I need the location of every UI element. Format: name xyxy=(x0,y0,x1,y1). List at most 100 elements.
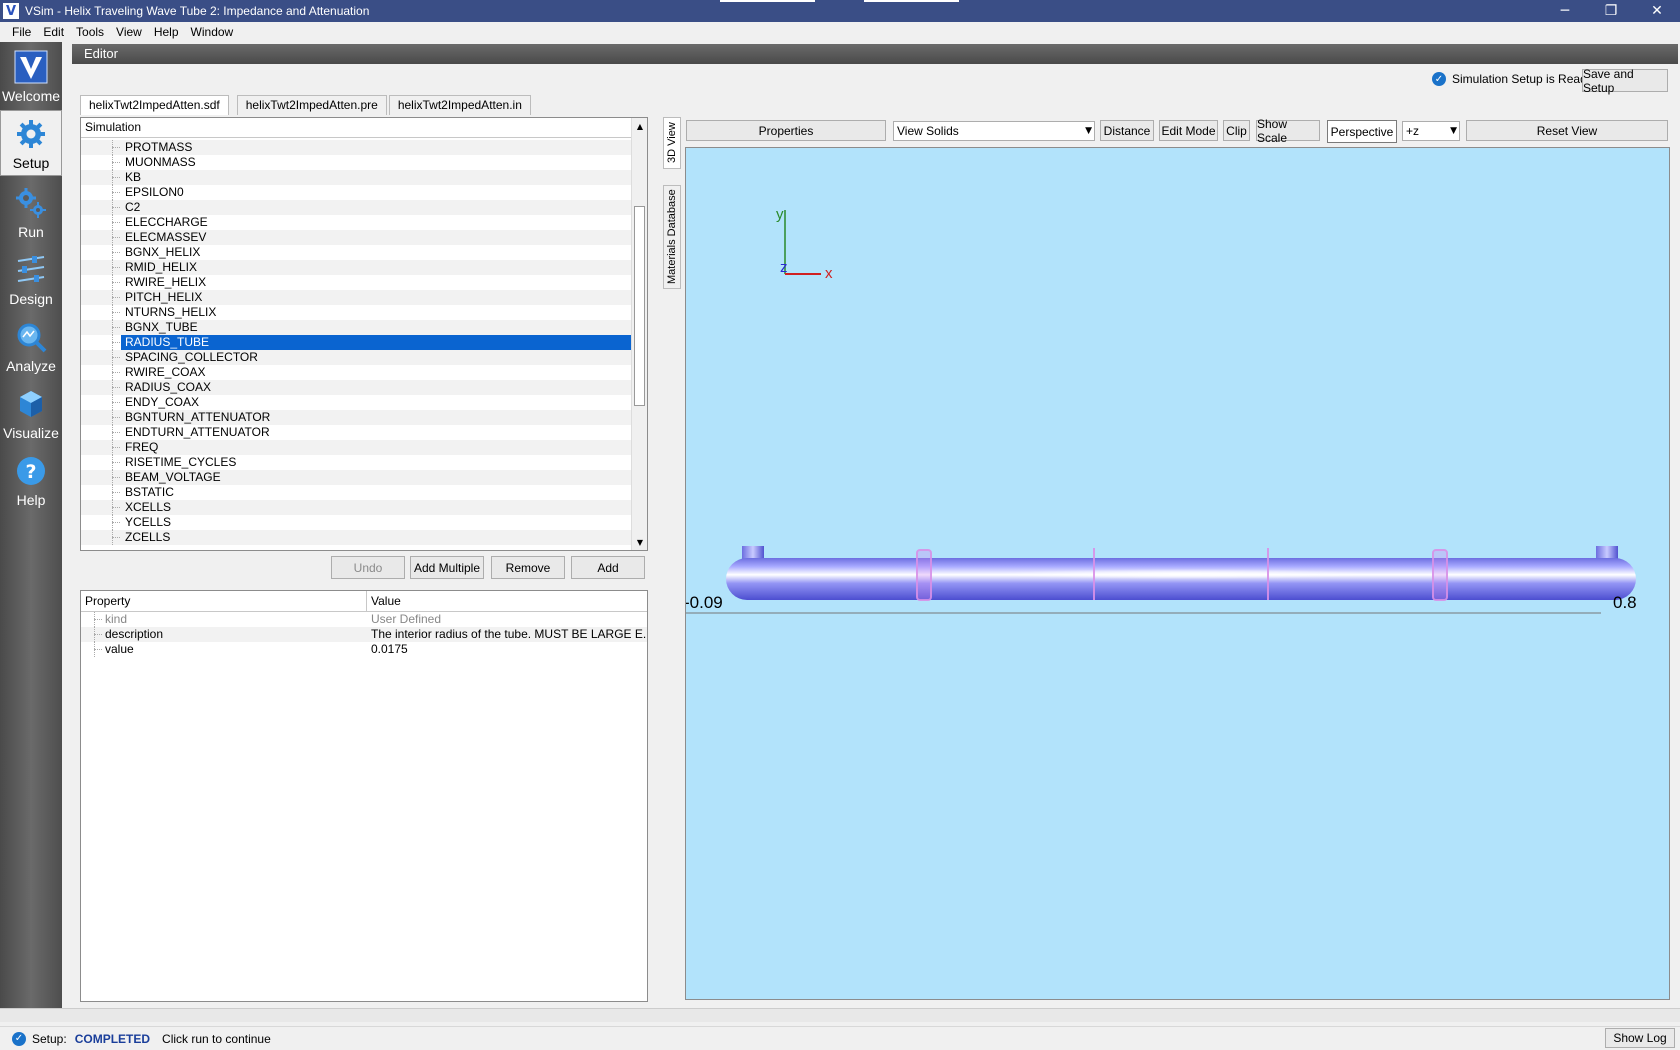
tree-item-label: MUONMASS xyxy=(125,155,196,169)
menu-help[interactable]: Help xyxy=(148,25,185,39)
reset-view-button[interactable]: Reset View xyxy=(1466,120,1668,141)
scene: y z x -0.09 0.8 xyxy=(686,206,1637,614)
clip-button[interactable]: Clip xyxy=(1223,120,1250,141)
menu-edit[interactable]: Edit xyxy=(37,25,70,39)
tree-item-label: RADIUS_COAX xyxy=(125,380,212,394)
tree-item[interactable]: RWIRE_COAX xyxy=(81,365,633,380)
edit-mode-button[interactable]: Edit Mode xyxy=(1159,120,1218,141)
tree-item[interactable]: NTURNS_HELIX xyxy=(81,305,633,320)
tree-item[interactable]: EPSILON0 xyxy=(81,185,633,200)
tree-item[interactable]: BGNTURN_ATTENUATOR xyxy=(81,410,633,425)
tab-3d-view[interactable]: 3D View xyxy=(663,117,681,169)
menu-window[interactable]: Window xyxy=(185,25,240,39)
tree-item-label: ZCELLS xyxy=(125,530,171,544)
tree-item[interactable]: ZCELLS xyxy=(81,530,633,545)
scroll-up-icon[interactable]: ▲ xyxy=(632,118,647,134)
tube-highlight xyxy=(996,569,1376,579)
tab-sdf[interactable]: helixTwt2ImpedAtten.sdf xyxy=(80,95,229,115)
menu-file[interactable]: File xyxy=(6,25,37,39)
nav-analyze[interactable]: Analyze xyxy=(0,312,62,378)
tree-item-label: ELECCHARGE xyxy=(125,215,208,229)
tree-item[interactable]: BEAM_VOLTAGE xyxy=(81,470,633,485)
tree-item[interactable]: RADIUS_TUBE xyxy=(81,335,633,350)
tree-item-label: XCELLS xyxy=(125,500,172,514)
tree-item[interactable]: YCELLS xyxy=(81,515,633,530)
table-row[interactable]: description The interior radius of the t… xyxy=(81,627,647,642)
add-multiple-button[interactable]: Add Multiple xyxy=(410,556,484,579)
minimize-icon[interactable]: ─ xyxy=(1542,0,1588,22)
properties-button[interactable]: Properties xyxy=(686,120,886,141)
axis-value: +z xyxy=(1406,124,1420,138)
tree-item[interactable]: PROTMASS xyxy=(81,140,633,155)
show-scale-button[interactable]: Show Scale xyxy=(1256,117,1320,145)
show-log-button[interactable]: Show Log xyxy=(1605,1028,1675,1048)
tree-item[interactable]: ELECMASSEV xyxy=(81,230,633,245)
nav-label: Welcome xyxy=(1,88,61,104)
property-name: description xyxy=(81,627,367,642)
window-title: VSim - Helix Traveling Wave Tube 2: Impe… xyxy=(25,4,370,18)
nav-welcome[interactable]: Welcome xyxy=(0,42,62,108)
tab-in[interactable]: helixTwt2ImpedAtten.in xyxy=(388,95,531,115)
save-and-setup-button[interactable]: Save and Setup xyxy=(1582,67,1668,95)
tree-item[interactable]: C2 xyxy=(81,200,633,215)
tree-item-label: BGNX_TUBE xyxy=(125,320,198,334)
simulation-tree[interactable]: Simulation PROTMASS MUONMASS KB EPSILON0 C2 E… xyxy=(80,117,648,551)
tree-item[interactable]: RMID_HELIX xyxy=(81,260,633,275)
question-icon: ? xyxy=(14,454,48,488)
tree-item[interactable]: KB xyxy=(81,170,633,185)
tree-item[interactable]: PITCH_HELIX xyxy=(81,290,633,305)
title-bar-highlight xyxy=(864,0,959,2)
tree-item[interactable]: MUONMASS xyxy=(81,155,633,170)
tree-item[interactable]: RISETIME_CYCLES xyxy=(81,455,633,470)
restore-icon[interactable]: ❐ xyxy=(1588,0,1634,22)
tree-item-label: BEAM_VOLTAGE xyxy=(125,470,221,484)
property-value[interactable]: The interior radius of the tube. MUST BE… xyxy=(367,627,647,642)
tree-item[interactable]: BSTATIC xyxy=(81,485,633,500)
tree-item[interactable]: BGNX_HELIX xyxy=(81,245,633,260)
x-min-label: -0.09 xyxy=(686,593,723,612)
menu-tools[interactable]: Tools xyxy=(70,25,110,39)
tree-item[interactable]: ENDY_COAX xyxy=(81,395,633,410)
tree-item[interactable]: RWIRE_HELIX xyxy=(81,275,633,290)
vsim-logo-icon xyxy=(14,50,48,84)
tree-item[interactable]: FREQ xyxy=(81,440,633,455)
tab-pre[interactable]: helixTwt2ImpedAtten.pre xyxy=(236,95,387,115)
gear-icon xyxy=(14,117,48,151)
menu-view[interactable]: View xyxy=(110,25,148,39)
tree-item[interactable]: ELECCHARGE xyxy=(81,215,633,230)
nav-help[interactable]: ? Help xyxy=(0,446,62,512)
3d-viewport[interactable]: y z x -0.09 0.8 xyxy=(685,147,1670,1000)
tree-item-label: SPACING_COLLECTOR xyxy=(125,350,258,364)
nav-visualize[interactable]: Visualize xyxy=(0,379,62,445)
magnifier-icon xyxy=(14,320,48,354)
nav-run[interactable]: Run xyxy=(0,178,62,244)
tree-item[interactable]: XCELLS xyxy=(81,500,633,515)
nav-design[interactable]: Design xyxy=(0,245,62,311)
distance-button[interactable]: Distance xyxy=(1100,120,1154,141)
scroll-thumb[interactable] xyxy=(634,206,645,406)
tree-item-label: BGNX_HELIX xyxy=(125,245,201,259)
bottom-strip xyxy=(0,1008,1680,1022)
property-value[interactable]: 0.0175 xyxy=(367,642,647,657)
axis-select[interactable]: +z ▼ xyxy=(1402,121,1460,141)
close-icon[interactable]: ✕ xyxy=(1634,0,1680,22)
table-row[interactable]: value 0.0175 xyxy=(81,642,647,657)
tree-scrollbar[interactable]: ▲ ▼ xyxy=(631,118,647,550)
tree-item[interactable]: RADIUS_COAX xyxy=(81,380,633,395)
remove-button[interactable]: Remove xyxy=(491,556,565,579)
nav-setup[interactable]: Setup xyxy=(0,110,62,176)
tree-item-label: PITCH_HELIX xyxy=(125,290,203,304)
tree-item[interactable]: SPACING_COLLECTOR xyxy=(81,350,633,365)
tab-materials-database[interactable]: Materials Database xyxy=(663,185,681,289)
axis-label-z: z xyxy=(780,259,788,276)
status-message: Click run to continue xyxy=(162,1031,271,1046)
tree-item[interactable]: ENDTURN_ATTENUATOR xyxy=(81,425,633,440)
scroll-down-icon[interactable]: ▼ xyxy=(632,534,647,550)
tree-list: PROTMASS MUONMASS KB EPSILON0 C2 ELECCHARGE EL… xyxy=(81,140,633,545)
tree-item-label: RMID_HELIX xyxy=(125,260,198,274)
tree-item[interactable]: BGNX_TUBE xyxy=(81,320,633,335)
add-button[interactable]: Add xyxy=(571,556,645,579)
perspective-toggle[interactable]: Perspective xyxy=(1327,120,1397,143)
undo-button[interactable]: Undo xyxy=(331,556,405,579)
view-mode-select[interactable]: View Solids ▼ xyxy=(893,121,1095,141)
